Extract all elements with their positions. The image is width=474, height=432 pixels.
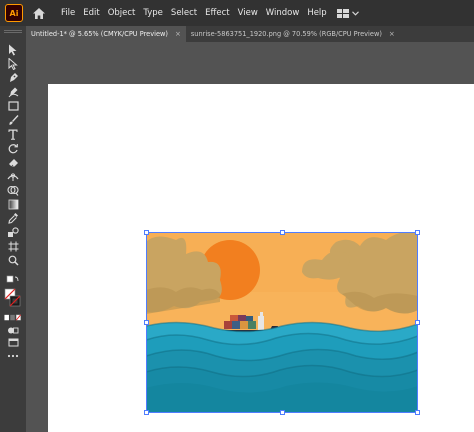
resize-handle-bottom[interactable]: [280, 410, 285, 415]
close-icon[interactable]: ×: [389, 30, 395, 38]
menu-view[interactable]: View: [234, 0, 262, 26]
resize-handle-top[interactable]: [280, 230, 285, 235]
menu-object[interactable]: Object: [104, 0, 140, 26]
direct-selection-tool-icon[interactable]: [4, 57, 22, 71]
tab-label: sunrise-5863751_1920.png @ 70.59% (RGB/C…: [190, 30, 382, 38]
home-icon[interactable]: [31, 5, 47, 21]
tab-label: Untitled-1* @ 5.65% (CMYK/CPU Preview): [31, 30, 168, 38]
menu-select[interactable]: Select: [167, 0, 201, 26]
paintbrush-tool-icon[interactable]: [4, 113, 22, 127]
pen-tool-icon[interactable]: [4, 71, 22, 85]
resize-handle-bottom-right[interactable]: [415, 410, 420, 415]
resize-handle-left[interactable]: [144, 320, 149, 325]
app-logo: Ai: [5, 4, 23, 22]
rectangle-tool-icon[interactable]: [4, 99, 22, 113]
tab-sunrise-png[interactable]: sunrise-5863751_1920.png @ 70.59% (RGB/C…: [186, 26, 400, 42]
menu-window[interactable]: Window: [262, 0, 304, 26]
close-icon[interactable]: ×: [175, 30, 181, 38]
menu-bar: Ai File Edit Object Type Select Effect V…: [0, 0, 474, 26]
blend-tool-icon[interactable]: [4, 225, 22, 239]
swap-fill-stroke-icon[interactable]: [4, 273, 22, 287]
menu-type[interactable]: Type: [139, 0, 167, 26]
curvature-tool-icon[interactable]: [4, 85, 22, 99]
menu-effect[interactable]: Effect: [201, 0, 233, 26]
menu-edit[interactable]: Edit: [79, 0, 103, 26]
menu-help[interactable]: Help: [303, 0, 330, 26]
screen-mode-icon[interactable]: [4, 335, 22, 349]
toolbar-grip[interactable]: [4, 30, 22, 33]
menu-items: File Edit Object Type Select Effect View…: [57, 0, 331, 26]
chevron-down-icon: [351, 10, 359, 16]
menu-file[interactable]: File: [57, 0, 79, 26]
placed-image-sunrise[interactable]: [146, 232, 418, 413]
tab-untitled-1[interactable]: Untitled-1* @ 5.65% (CMYK/CPU Preview) ×: [26, 26, 186, 42]
resize-handle-top-left[interactable]: [144, 230, 149, 235]
resize-handle-bottom-left[interactable]: [144, 410, 149, 415]
type-tool-icon[interactable]: [4, 127, 22, 141]
workspace-switcher-button[interactable]: [336, 8, 359, 18]
more-tools-icon[interactable]: [4, 349, 22, 363]
rotate-tool-icon[interactable]: [4, 141, 22, 155]
selection-tool-icon[interactable]: [4, 43, 22, 57]
document-tab-bar: Untitled-1* @ 5.65% (CMYK/CPU Preview) ×…: [26, 26, 474, 42]
fill-stroke-swatches[interactable]: [4, 287, 22, 309]
zoom-tool-icon[interactable]: [4, 253, 22, 267]
sunrise-illustration: [146, 232, 418, 413]
artboard-tool-icon[interactable]: [4, 239, 22, 253]
resize-handle-top-right[interactable]: [415, 230, 420, 235]
width-tool-icon[interactable]: [4, 169, 22, 183]
eraser-tool-icon[interactable]: [4, 155, 22, 169]
illustrator-window: Ai File Edit Object Type Select Effect V…: [0, 0, 474, 432]
tools-panel: [0, 26, 26, 432]
gradient-tool-icon[interactable]: [4, 197, 22, 211]
workspace-grid-icon: [336, 8, 349, 18]
eyedropper-tool-icon[interactable]: [4, 211, 22, 225]
shape-builder-tool-icon[interactable]: [4, 183, 22, 197]
resize-handle-right[interactable]: [415, 320, 420, 325]
